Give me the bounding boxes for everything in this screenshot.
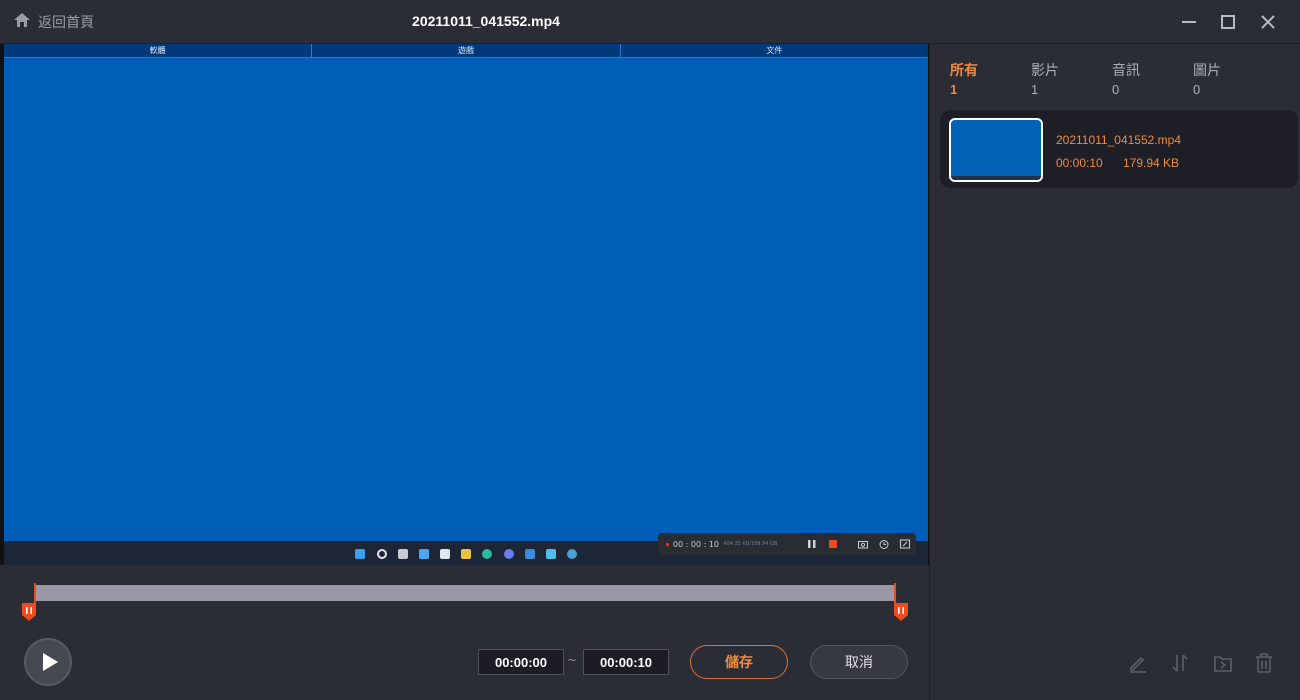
- recorder-size: 404.35 KB/189.94 GB: [723, 541, 778, 547]
- save-button[interactable]: 儲存: [690, 645, 788, 679]
- cancel-button[interactable]: 取消: [810, 645, 908, 679]
- tab-images[interactable]: 圖片 0: [1193, 62, 1274, 100]
- maximize-icon: [1221, 15, 1235, 29]
- recorder-time: 00 : 00 : 10: [672, 539, 720, 549]
- notes-icon: [546, 549, 556, 559]
- window-title: 20211011_041552.mp4: [412, 13, 560, 29]
- edit-icon[interactable]: [1127, 652, 1149, 674]
- tab-audio[interactable]: 音訊 0: [1112, 62, 1193, 100]
- minimize-button[interactable]: [1177, 10, 1201, 34]
- tab-video[interactable]: 影片 1: [1031, 62, 1112, 100]
- windows-start-icon: [355, 549, 365, 559]
- recorder-toolbar: 00 : 00 : 10 404.35 KB/189.94 GB: [658, 533, 916, 555]
- time-separator: ~: [567, 653, 578, 667]
- play-button[interactable]: [24, 638, 72, 686]
- file-size: 179.94 KB: [1123, 156, 1180, 170]
- task-view-icon: [398, 549, 408, 559]
- start-time-input[interactable]: [478, 649, 564, 675]
- file-list-item[interactable]: 20211011_041552.mp4 00:00:10 179.94 KB: [940, 110, 1298, 188]
- crop-icon: [895, 533, 916, 555]
- filter-tabs: 所有 1 影片 1 音訊 0 圖片 0: [950, 62, 1274, 100]
- tab-label: 所有: [950, 63, 978, 79]
- recorded-screen: 軟體 遊戲 文件 00 : 00 : 10 404.35 KB/189.94 G…: [4, 44, 928, 565]
- trim-end-handle[interactable]: [893, 603, 909, 621]
- trim-controls: ~ 儲存 取消: [0, 565, 929, 700]
- delete-icon[interactable]: [1253, 652, 1275, 674]
- maximize-button[interactable]: [1216, 10, 1240, 34]
- screen-tab: 文件: [766, 46, 783, 55]
- video-thumbnail: [949, 118, 1043, 182]
- screen-tab: 遊戲: [312, 44, 621, 57]
- search-icon: [377, 549, 387, 559]
- end-time-input[interactable]: [583, 649, 669, 675]
- screen-tab-bar: 軟體 遊戲 文件: [4, 44, 928, 58]
- stop-icon: [823, 533, 844, 555]
- file-name: 20211011_041552.mp4: [1056, 133, 1182, 147]
- convert-icon[interactable]: [1169, 652, 1191, 674]
- tab-all[interactable]: 所有 1: [950, 62, 1031, 100]
- store-icon: [525, 549, 535, 559]
- video-preview[interactable]: 軟體 遊戲 文件 00 : 00 : 10 404.35 KB/189.94 G…: [0, 44, 929, 565]
- title-bar: 返回首頁 20211011_041552.mp4: [0, 0, 1300, 44]
- tab-count: 0: [1112, 82, 1120, 97]
- tab-label: 音訊: [1112, 63, 1140, 79]
- trim-start-handle[interactable]: [21, 603, 37, 621]
- tab-label: 影片: [1031, 63, 1059, 79]
- trim-timeline[interactable]: [34, 585, 896, 601]
- browser-icon: [567, 549, 577, 559]
- close-button[interactable]: [1256, 10, 1280, 34]
- file-duration: 00:00:10: [1056, 156, 1103, 170]
- file-library-panel: 所有 1 影片 1 音訊 0 圖片 0 20211011_041552.mp4 …: [929, 44, 1300, 700]
- timer-icon: [873, 533, 894, 555]
- pause-icon: [801, 533, 822, 555]
- recording-dot-icon: [666, 542, 669, 546]
- tab-count: 1: [1031, 82, 1039, 97]
- folder-icon: [461, 549, 471, 559]
- tab-label: 圖片: [1193, 63, 1221, 79]
- app-icon: [504, 549, 514, 559]
- widgets-icon: [419, 549, 429, 559]
- tab-count: 0: [1193, 82, 1201, 97]
- edge-icon: [482, 549, 492, 559]
- camera-icon: [852, 533, 873, 555]
- screen-tab: 軟體: [4, 44, 313, 57]
- tab-count: 1: [950, 82, 958, 97]
- minimize-icon: [1182, 21, 1196, 23]
- export-icon[interactable]: [1212, 652, 1234, 674]
- close-icon: [1261, 15, 1275, 29]
- mail-icon: [440, 549, 450, 559]
- play-icon: [43, 653, 58, 671]
